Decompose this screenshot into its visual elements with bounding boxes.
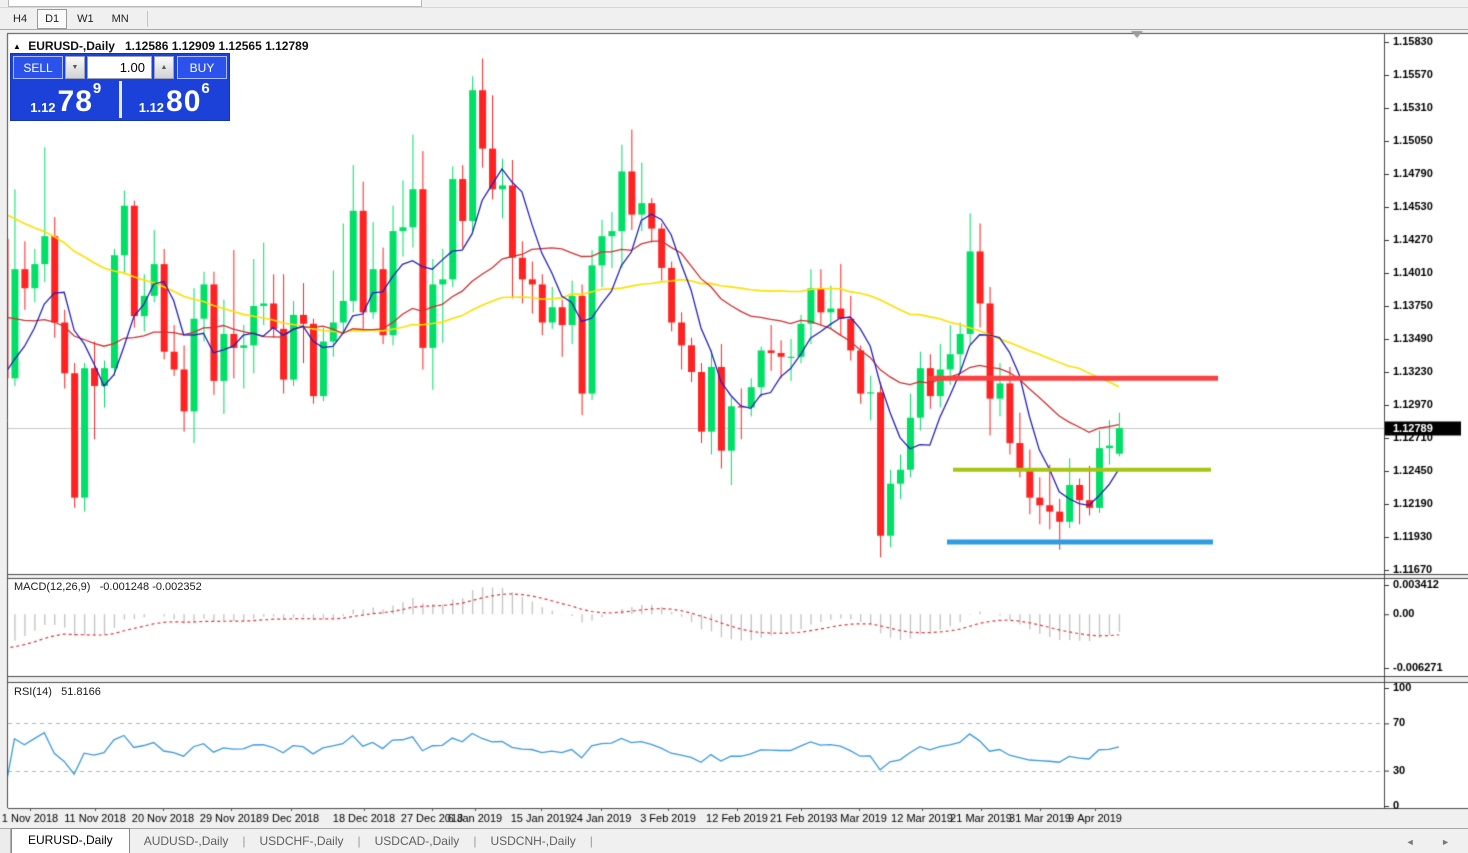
sell-price-display[interactable]: 1.12 78 9 [13, 81, 119, 118]
top-toolbar-field [8, 0, 422, 7]
buy-price-display[interactable]: 1.12 80 6 [122, 81, 228, 118]
tab-scroll-right-icon[interactable]: ► [1441, 837, 1462, 847]
timeframe-toolbar: H4 D1 W1 MN [0, 8, 1468, 30]
price-chart-canvas[interactable] [0, 0, 1468, 853]
sell-price-pip-digit: 9 [93, 83, 101, 95]
tab-usdchf-daily[interactable]: USDCHF-,Daily [246, 830, 358, 853]
chart-symbol-label: EURUSD-,Daily [28, 39, 115, 53]
chart-title: ▲ EURUSD-,Daily 1.12586 1.12909 1.12565 … [13, 39, 309, 53]
timeframe-button-h4[interactable]: H4 [5, 9, 35, 29]
tab-separator: | [590, 830, 593, 853]
toolbar-separator [147, 11, 148, 27]
rsi-name: RSI(14) [14, 686, 52, 698]
volume-decrease-button[interactable]: ▼ [65, 56, 85, 79]
rsi-indicator-label: RSI(14) 51.8166 [14, 686, 101, 698]
tab-usdcnh-daily[interactable]: USDCNH-,Daily [476, 830, 589, 853]
volume-increase-button[interactable]: ▲ [154, 56, 174, 79]
volume-input[interactable]: 1.00 [87, 56, 152, 79]
tabbar-splitter[interactable] [0, 829, 11, 853]
sell-price-prefix: 1.12 [30, 101, 55, 115]
tab-usdcad-daily[interactable]: USDCAD-,Daily [361, 830, 474, 853]
timeframe-button-mn[interactable]: MN [104, 9, 137, 29]
buy-price-prefix: 1.12 [139, 101, 164, 115]
top-partial-toolbar [0, 0, 1468, 8]
sell-price-big-digits: 78 [58, 89, 93, 115]
macd-name: MACD(12,26,9) [14, 581, 90, 593]
symbol-expand-icon[interactable]: ▲ [13, 42, 21, 51]
chart-tab-bar: EURUSD-,Daily AUDUSD-,Daily | USDCHF-,Da… [0, 828, 1468, 853]
macd-indicator-label: MACD(12,26,9) -0.001248 -0.002352 [14, 581, 202, 593]
tab-audusd-daily[interactable]: AUDUSD-,Daily [130, 830, 243, 853]
chart-ohlc-values: 1.12586 1.12909 1.12565 1.12789 [125, 39, 309, 53]
tab-scroll-left-icon[interactable]: ◄ [1406, 837, 1427, 847]
sell-button[interactable]: SELL [13, 56, 63, 79]
buy-button[interactable]: BUY [177, 56, 227, 79]
one-click-trading-panel: SELL ▼ 1.00 ▲ BUY 1.12 78 9 1.12 80 6 [10, 53, 230, 121]
tab-eurusd-daily[interactable]: EURUSD-,Daily [11, 828, 130, 853]
chevron-up-icon: ▲ [161, 64, 168, 71]
timeframe-button-d1[interactable]: D1 [37, 9, 67, 29]
chevron-down-icon: ▼ [72, 64, 79, 71]
rsi-value: 51.8166 [61, 686, 101, 698]
buy-price-pip-digit: 6 [201, 83, 209, 95]
trading-platform-window: H4 D1 W1 MN ▲ EURUSD-,Daily 1.12586 1.12… [0, 0, 1468, 853]
macd-values: -0.001248 -0.002352 [100, 581, 202, 593]
buy-price-big-digits: 80 [166, 89, 201, 115]
timeframe-button-w1[interactable]: W1 [69, 9, 102, 29]
